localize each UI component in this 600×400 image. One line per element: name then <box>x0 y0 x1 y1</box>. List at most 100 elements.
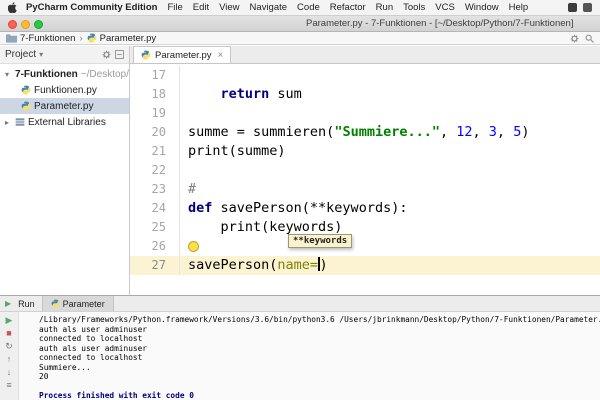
code-text: # <box>188 181 197 197</box>
rerun-icon[interactable]: ▶ <box>6 315 13 325</box>
code-line-23[interactable]: 23 # <box>130 180 600 199</box>
apple-menu-icon[interactable] <box>8 2 17 13</box>
console-line: connected to localhost <box>39 353 143 362</box>
navigation-bar: 7-Funktionen › Parameter.py <box>0 32 600 45</box>
line-number[interactable]: 19 <box>130 104 180 123</box>
app-name-menu[interactable]: PyCharm Community Edition <box>26 2 157 13</box>
up-stack-icon[interactable]: ↑ <box>7 354 12 364</box>
menu-item-view[interactable]: View <box>219 2 239 13</box>
code-text: savePerson(name=) <box>188 257 328 273</box>
console-line: Summiere... <box>39 362 91 372</box>
project-tool-window: Project ▾ ▾ 7-Funktionen ~/Desktop/P Fun… <box>0 46 130 295</box>
breadcrumb-file[interactable]: Parameter.py <box>87 33 156 44</box>
hide-panel-icon[interactable] <box>115 50 124 59</box>
tree-item-label: External Libraries <box>28 116 106 128</box>
project-panel-actions <box>102 50 124 59</box>
code-lines: 17 18 return sum 19 20 summe = summieren("Su… <box>130 64 600 275</box>
window-title: Parameter.py - 7-Funktionen - [~/Desktop… <box>306 18 574 29</box>
line-number[interactable]: 21 <box>130 142 180 161</box>
panel-settings-gear-icon[interactable] <box>102 50 111 59</box>
code-line-18[interactable]: 18 return sum <box>130 85 600 104</box>
line-number[interactable]: 20 <box>130 123 180 142</box>
search-icon[interactable] <box>585 34 594 43</box>
tree-item-external-libraries[interactable]: ▸ External Libraries <box>0 114 129 130</box>
line-number[interactable]: 24 <box>130 199 180 218</box>
code-line-19[interactable]: 19 <box>130 104 600 123</box>
menu-item-file[interactable]: File <box>167 2 182 13</box>
pycharm-window: PyCharm Community Edition File Edit View Na… <box>0 0 600 400</box>
zoom-window-button[interactable] <box>34 20 43 29</box>
code-line-17[interactable]: 17 <box>130 66 600 85</box>
project-panel-header[interactable]: Project ▾ <box>0 46 129 64</box>
settings-gear-icon[interactable] <box>570 34 579 43</box>
chevron-down-icon: ▾ <box>39 50 44 59</box>
tree-item-funktionen-py[interactable]: Funktionen.py <box>0 82 129 98</box>
line-number[interactable]: 22 <box>130 161 180 180</box>
minimize-window-button[interactable] <box>21 20 30 29</box>
tree-item-parameter-py[interactable]: Parameter.py <box>0 98 129 114</box>
menu-status-icons <box>568 3 592 12</box>
python-file-icon <box>51 299 60 308</box>
menu-status-icon-2[interactable] <box>583 3 592 12</box>
menu-item-code[interactable]: Code <box>297 2 320 13</box>
close-window-button[interactable] <box>8 20 17 29</box>
stop-icon[interactable]: ■ <box>6 328 11 338</box>
code-text: return sum <box>220 86 302 102</box>
run-toolbar: ▶ ■ ↻ ↑ ↓ ≡ <box>0 312 19 400</box>
code-line-22[interactable]: 22 <box>130 161 600 180</box>
menu-item-run[interactable]: Run <box>376 2 393 13</box>
menu-item-tools[interactable]: Tools <box>403 2 425 13</box>
menu-item-help[interactable]: Help <box>509 2 529 13</box>
code-line-26[interactable]: 26 <box>130 237 600 256</box>
menu-status-icon-1[interactable] <box>568 3 577 12</box>
console-line: Process finished with exit code 0 <box>39 391 194 400</box>
menu-item-navigate[interactable]: Navigate <box>250 2 288 13</box>
disclosure-open-icon[interactable]: ▾ <box>5 70 9 79</box>
run-tool-window-label[interactable]: Run <box>18 299 35 309</box>
close-tab-icon[interactable]: × <box>218 50 224 61</box>
code-line-24[interactable]: 24 def savePerson(**keywords): <box>130 199 600 218</box>
menu-item-edit[interactable]: Edit <box>193 2 209 13</box>
code-text <box>180 237 199 256</box>
restart-icon[interactable]: ↻ <box>5 341 13 351</box>
libraries-icon <box>15 118 25 126</box>
chevron-right-icon: › <box>79 32 83 44</box>
menu-item-vcs[interactable]: VCS <box>435 2 455 13</box>
menu-item-window[interactable]: Window <box>465 2 499 13</box>
code-line-20[interactable]: 20 summe = summieren("Summiere...", 12, 3… <box>130 123 600 142</box>
intention-bulb-icon[interactable] <box>188 241 199 252</box>
project-tree: ▾ 7-Funktionen ~/Desktop/P Funktionen.py… <box>0 64 129 130</box>
down-stack-icon[interactable]: ↓ <box>7 367 12 377</box>
run-body: ▶ ■ ↻ ↑ ↓ ≡ /Library/Frameworks/Python.framew… <box>0 312 600 400</box>
console-settings-icon[interactable]: ≡ <box>6 380 11 390</box>
console-line: auth als user adminuser <box>39 343 147 353</box>
code-text: print(summe) <box>188 143 286 159</box>
tree-root-7-funktionen[interactable]: ▾ 7-Funktionen ~/Desktop/P <box>0 66 129 82</box>
code-line-27[interactable]: 27 savePerson(name=) <box>130 256 600 275</box>
line-number[interactable]: 27 <box>130 256 180 275</box>
code-line-21[interactable]: 21 print(summe) <box>130 142 600 161</box>
run-tab-label: Parameter <box>62 298 105 309</box>
line-number[interactable]: 23 <box>130 180 180 199</box>
code-editor[interactable]: 17 18 return sum 19 20 summe = summieren("Su… <box>130 64 600 295</box>
macos-menu-bar: PyCharm Community Edition File Edit View Na… <box>0 0 600 16</box>
menu-item-refactor[interactable]: Refactor <box>330 2 366 13</box>
line-number[interactable]: 17 <box>130 66 180 85</box>
line-number[interactable]: 25 <box>130 218 180 237</box>
code-line-25[interactable]: 25 print(keywords) <box>130 218 600 237</box>
python-file-icon <box>21 101 31 111</box>
editor-tab-parameter-py[interactable]: Parameter.py × <box>133 46 232 63</box>
tree-item-label: Parameter.py <box>34 100 94 112</box>
run-console[interactable]: /Library/Frameworks/Python.framework/Ver… <box>19 312 600 400</box>
disclosure-closed-icon[interactable]: ▸ <box>5 118 12 127</box>
run-tab-parameter[interactable]: Parameter <box>41 296 114 311</box>
breadcrumb-project[interactable]: 7-Funktionen <box>6 33 75 44</box>
console-line: connected to localhost <box>39 334 143 343</box>
line-number[interactable]: 18 <box>130 85 180 104</box>
tree-item-label: Funktionen.py <box>34 84 97 96</box>
line-number[interactable]: 26 <box>130 237 180 256</box>
editor-tab-bar: Parameter.py × <box>130 46 600 64</box>
